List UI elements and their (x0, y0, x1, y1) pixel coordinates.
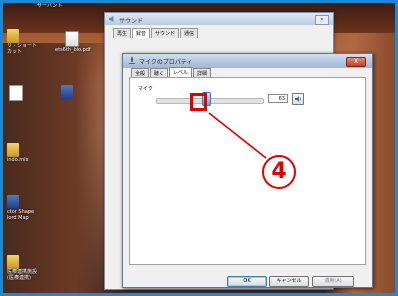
desktop-icon-doc[interactable] (9, 85, 23, 101)
folder-icon (7, 255, 19, 269)
step-number: 4 (271, 159, 287, 184)
ok-button[interactable]: OK (227, 276, 267, 287)
pdf-icon (65, 31, 79, 47)
microphone-icon (129, 57, 135, 64)
desktop-icon-label: 医療連携施設 (医療連携) (7, 269, 38, 281)
desktop-icon-medical[interactable]: 医療連携施設 (医療連携) (7, 255, 51, 281)
document-icon (9, 85, 23, 101)
level-value-field[interactable]: 63 (268, 94, 288, 103)
slider-highlight-box (190, 93, 207, 111)
desktop-icon-label: ets6th_bio.pdf (55, 47, 91, 53)
apply-button[interactable]: 適用(A) (312, 276, 354, 287)
folder-icon (7, 143, 19, 157)
tab-sounds[interactable]: サウンド (151, 28, 180, 38)
tab-playback[interactable]: 再生 (113, 28, 132, 38)
desktop-icon-pdf[interactable]: ets6th_bio.pdf (55, 31, 103, 53)
desktop-icon-label: リ - ショート カット (7, 43, 37, 55)
desktop-icon-shortcut-folder[interactable]: リ - ショート カット (7, 29, 49, 55)
tab-recording[interactable]: 録音 (132, 28, 151, 38)
desktop-icon-indo[interactable]: indo.mIx (7, 143, 47, 163)
mic-titlebar: マイクのプロパティ X (123, 54, 372, 68)
desktop-icon-vector-map[interactable]: ctor Shape lord Map (7, 195, 47, 221)
mic-window-title: マイクのプロパティ (139, 59, 193, 66)
desktop-icon-label: ctor Shape lord Map (7, 209, 35, 221)
speaker-icon (109, 16, 114, 22)
cancel-button[interactable]: キャンセル (269, 276, 309, 287)
mute-toggle-button[interactable] (292, 93, 304, 105)
desktop-top-label-text: サーバント (37, 3, 63, 9)
folder-icon (7, 29, 19, 43)
step-number-callout: 4 (262, 155, 296, 189)
levels-panel: マイク 63 (129, 77, 366, 265)
speaker-icon (295, 96, 302, 102)
close-button[interactable]: X (346, 57, 366, 67)
mic-level-group: マイク 63 (136, 83, 357, 115)
close-button[interactable]: ✕ (315, 15, 329, 25)
shortcut-icon (61, 85, 73, 99)
sound-window-title: サウンド (119, 18, 144, 25)
mic-properties-window: マイクのプロパティ X 全般 聴く レベル 詳細 マイク 63 (122, 53, 373, 288)
desktop-icon-shortcut[interactable] (61, 85, 73, 99)
mic-level-label: マイク (138, 86, 153, 92)
sound-tabs: 再生 録音 サウンド 通信 (113, 28, 199, 38)
sound-titlebar: サウンド ✕ (105, 13, 333, 25)
shortcut-icon (7, 195, 19, 209)
desktop-top-label: サーバント (37, 3, 62, 9)
tab-communications[interactable]: 通信 (180, 28, 199, 38)
desktop-icon-label: indo.mIx (7, 157, 29, 163)
